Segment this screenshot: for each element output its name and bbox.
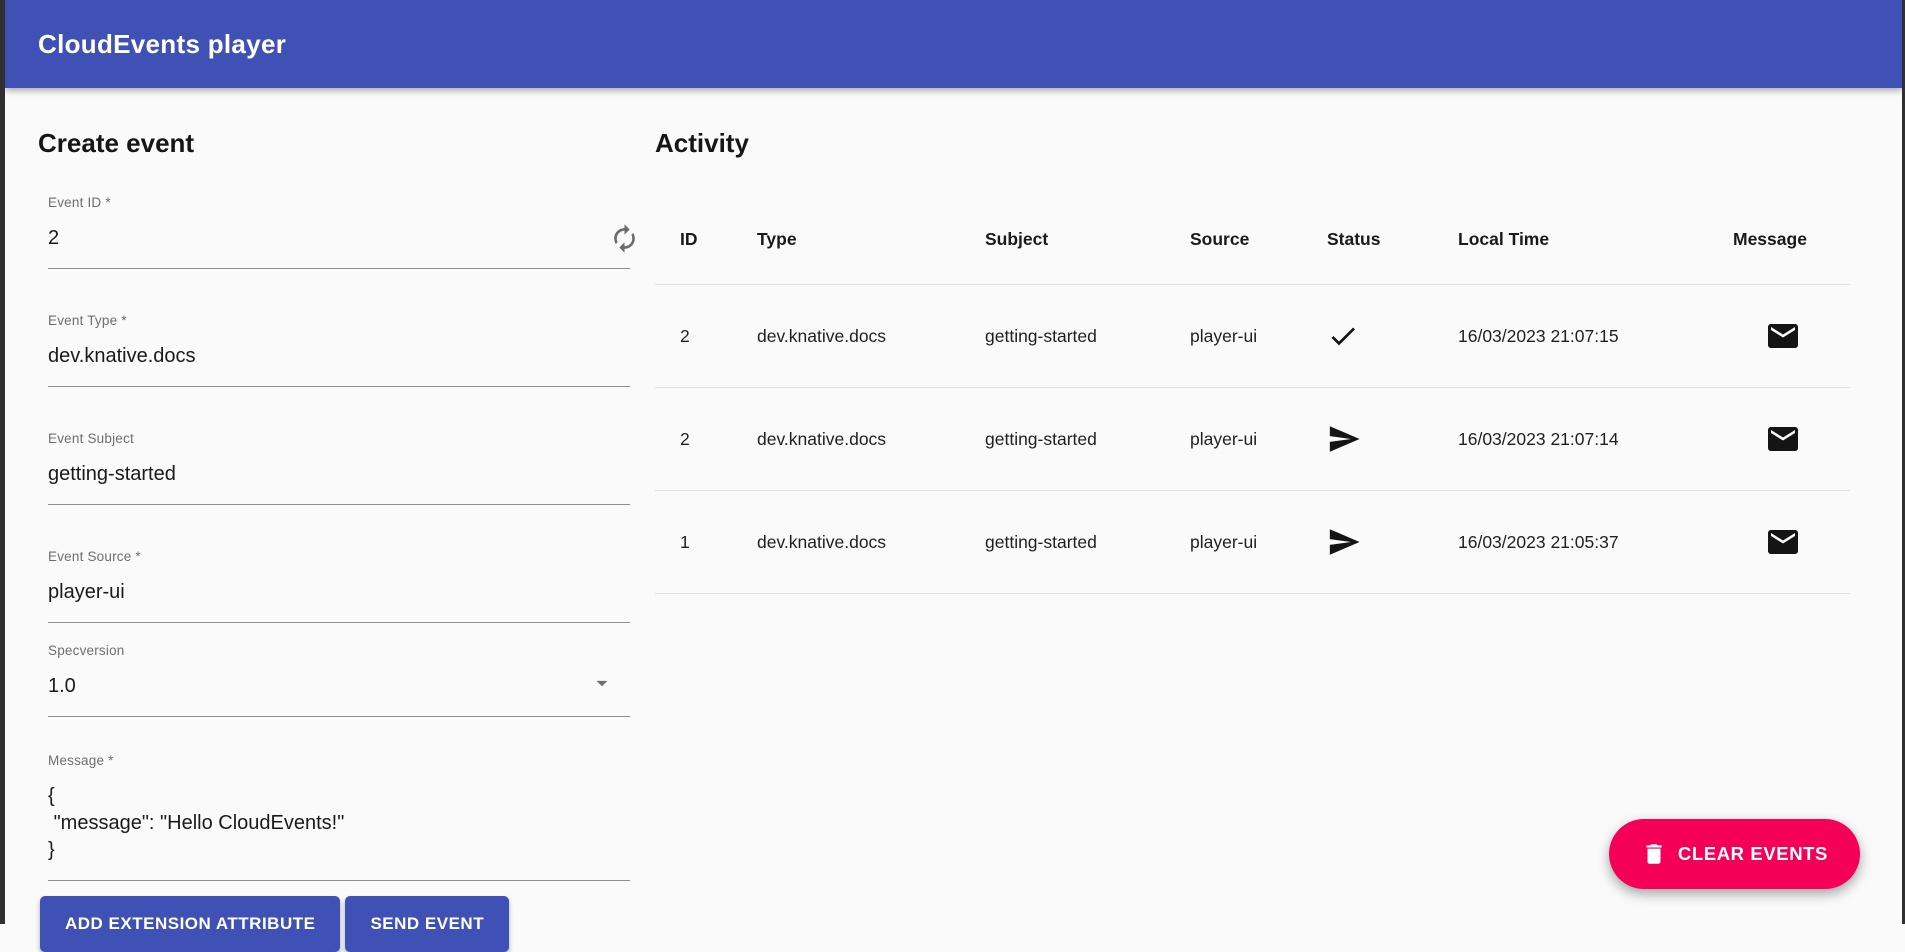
column-header-status: Status xyxy=(1327,229,1458,250)
event-type-field[interactable]: Event Type * dev.knative.docs xyxy=(48,313,630,387)
cell-subject: getting-started xyxy=(985,326,1190,347)
create-event-form: Event ID * 2 Event Type * dev.knative.do… xyxy=(48,195,630,881)
cell-local-time: 16/03/2023 21:07:15 xyxy=(1458,326,1733,347)
specversion-value[interactable]: 1.0 xyxy=(48,673,630,700)
app-title: CloudEvents player xyxy=(38,29,286,60)
send-icon xyxy=(1327,525,1458,559)
cell-source: player-ui xyxy=(1190,532,1327,553)
event-subject-input[interactable]: getting-started xyxy=(48,461,630,488)
column-header-source: Source xyxy=(1190,229,1327,250)
cell-id: 1 xyxy=(680,532,757,553)
message-field[interactable]: Message * { "message": "Hello CloudEvent… xyxy=(48,753,630,881)
cell-type: dev.knative.docs xyxy=(757,532,985,553)
email-icon[interactable] xyxy=(1733,421,1833,457)
dropdown-arrow-icon[interactable] xyxy=(589,670,615,696)
event-source-field[interactable]: Event Source * player-ui xyxy=(48,549,630,623)
event-id-input[interactable]: 2 xyxy=(48,225,630,252)
create-event-panel: Create event Event ID * 2 Event Type * d… xyxy=(38,100,630,952)
cell-type: dev.knative.docs xyxy=(757,326,985,347)
cell-subject: getting-started xyxy=(985,532,1190,553)
event-type-label: Event Type * xyxy=(48,313,630,328)
message-input[interactable]: { "message": "Hello CloudEvents!" } xyxy=(48,783,630,864)
delete-icon xyxy=(1641,841,1667,867)
form-actions: ADD EXTENSION ATTRIBUTE SEND EVENT xyxy=(40,896,630,952)
activity-panel: Activity ID Type Subject Source Status L… xyxy=(655,100,1850,594)
message-label: Message * xyxy=(48,753,630,768)
cell-source: player-ui xyxy=(1190,326,1327,347)
window-left-border xyxy=(0,0,5,924)
event-type-input[interactable]: dev.knative.docs xyxy=(48,343,630,370)
app-bar: CloudEvents player xyxy=(5,0,1902,88)
cell-local-time: 16/03/2023 21:05:37 xyxy=(1458,532,1733,553)
cell-id: 2 xyxy=(680,429,757,450)
column-header-type: Type xyxy=(757,229,985,250)
event-id-label: Event ID * xyxy=(48,195,630,210)
event-subject-label: Event Subject xyxy=(48,431,630,446)
cell-type: dev.knative.docs xyxy=(757,429,985,450)
event-id-field[interactable]: Event ID * 2 xyxy=(48,195,630,269)
clear-events-label: CLEAR EVENTS xyxy=(1678,843,1828,865)
column-header-subject: Subject xyxy=(985,229,1190,250)
cell-subject: getting-started xyxy=(985,429,1190,450)
cell-id: 2 xyxy=(680,326,757,347)
column-header-id: ID xyxy=(680,229,757,250)
activity-table-header: ID Type Subject Source Status Local Time… xyxy=(655,195,1850,285)
create-event-heading: Create event xyxy=(38,128,630,159)
email-icon[interactable] xyxy=(1733,524,1833,560)
event-subject-field[interactable]: Event Subject getting-started xyxy=(48,431,630,505)
send-event-button[interactable]: SEND EVENT xyxy=(345,896,509,952)
send-icon xyxy=(1327,422,1458,456)
table-row: 2 dev.knative.docs getting-started playe… xyxy=(655,285,1850,388)
specversion-select[interactable]: Specversion 1.0 xyxy=(48,643,630,717)
cell-local-time: 16/03/2023 21:07:14 xyxy=(1458,429,1733,450)
table-row: 1 dev.knative.docs getting-started playe… xyxy=(655,491,1850,594)
cell-source: player-ui xyxy=(1190,429,1327,450)
event-source-label: Event Source * xyxy=(48,549,630,564)
column-header-local-time: Local Time xyxy=(1458,229,1733,250)
specversion-label: Specversion xyxy=(48,643,630,658)
table-row: 2 dev.knative.docs getting-started playe… xyxy=(655,388,1850,491)
column-header-message: Message xyxy=(1733,229,1833,250)
check-icon xyxy=(1327,320,1458,352)
autorenew-icon[interactable] xyxy=(609,223,640,254)
event-source-input[interactable]: player-ui xyxy=(48,579,630,606)
email-icon[interactable] xyxy=(1733,318,1833,354)
activity-heading: Activity xyxy=(655,128,1850,159)
add-extension-attribute-button[interactable]: ADD EXTENSION ATTRIBUTE xyxy=(40,896,340,952)
clear-events-button[interactable]: CLEAR EVENTS xyxy=(1609,819,1860,889)
